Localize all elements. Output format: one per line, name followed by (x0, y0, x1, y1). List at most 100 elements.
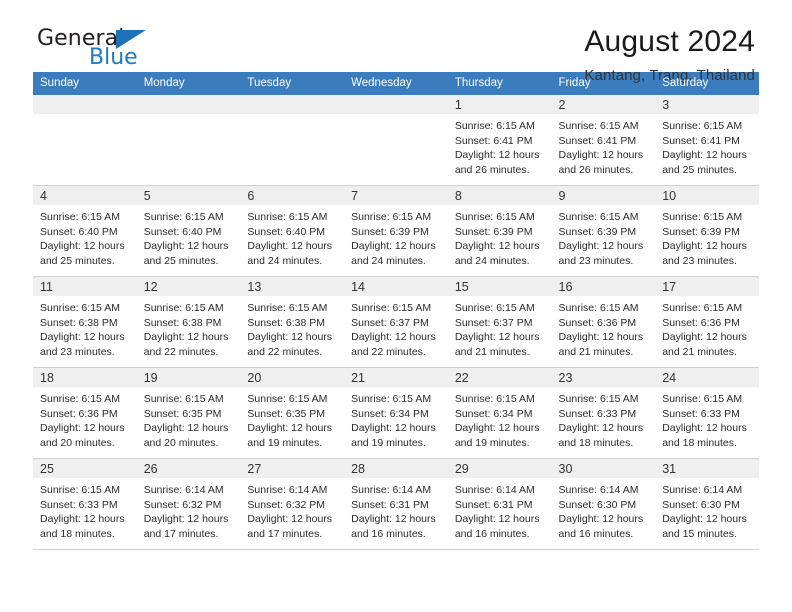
calendar-day-cell[interactable]: 9 Sunrise: 6:15 AM Sunset: 6:39 PM Daylight… (551, 185, 656, 277)
calendar-day-cell[interactable]: 7 Sunrise: 6:15 AM Sunset: 6:39 PM Daylight… (344, 185, 448, 277)
calendar-day-cell[interactable]: 15 Sunrise: 6:15 AM Sunset: 6:37 PM Dayligh… (447, 276, 552, 368)
daylight-duration-line1: Daylight: 12 hours (454, 422, 540, 435)
page-title: August 2024 (584, 25, 755, 58)
daylight-duration-line1: Daylight: 12 hours (558, 422, 644, 435)
calendar-day-cell[interactable]: 12 Sunrise: 6:15 AM Sunset: 6:38 PM Dayligh… (136, 276, 241, 368)
day-details: Sunrise: 6:15 AM Sunset: 6:34 PM Daylight:… (448, 387, 552, 450)
calendar-day-cell[interactable]: 3 Sunrise: 6:15 AM Sunset: 6:41 PM Daylight… (655, 95, 759, 186)
calendar-day-cell[interactable]: 13 Sunrise: 6:15 AM Sunset: 6:38 PM Dayligh… (240, 276, 345, 368)
general-blue-logo: General Blue (33, 26, 213, 74)
daylight-duration-line2: and 19 minutes. (247, 436, 323, 449)
calendar-day-cell[interactable]: 5 Sunrise: 6:15 AM Sunset: 6:40 PM Daylight… (136, 185, 241, 277)
calendar-day-cell[interactable]: 23 Sunrise: 6:15 AM Sunset: 6:33 PM Dayligh… (551, 367, 656, 459)
daylight-duration-line2: and 16 minutes. (454, 527, 530, 540)
day-details: Sunrise: 6:15 AM Sunset: 6:41 PM Daylight:… (448, 114, 552, 177)
daylight-duration-line2: and 19 minutes. (351, 436, 426, 449)
calendar-day-cell[interactable]: 8 Sunrise: 6:15 AM Sunset: 6:39 PM Daylight… (447, 185, 552, 277)
calendar-day-cell[interactable]: 25 Sunrise: 6:15 AM Sunset: 6:33 PM Dayligh… (33, 458, 137, 550)
calendar-cell-empty (33, 95, 137, 186)
sunrise-time: Sunrise: 6:15 AM (40, 484, 120, 496)
calendar-day-cell[interactable]: 2 Sunrise: 6:15 AM Sunset: 6:41 PM Daylight… (551, 95, 656, 186)
sunset-time: Sunset: 6:31 PM (454, 498, 533, 511)
sunset-time: Sunset: 6:34 PM (454, 407, 533, 420)
sunset-time: Sunset: 6:35 PM (143, 407, 222, 420)
title-block: August 2024 Kantang, Trang, Thailand (584, 26, 759, 84)
daylight-duration-line1: Daylight: 12 hours (454, 149, 540, 162)
sunrise-time: Sunrise: 6:15 AM (40, 211, 120, 223)
sunrise-time: Sunrise: 6:15 AM (662, 120, 743, 132)
daylight-duration-line2: and 16 minutes. (558, 527, 634, 540)
day-number: 18 (33, 368, 137, 387)
calendar-day-cell[interactable]: 18 Sunrise: 6:15 AM Sunset: 6:36 PM Dayligh… (33, 367, 137, 459)
calendar-day-cell[interactable]: 4 Sunrise: 6:15 AM Sunset: 6:40 PM Daylight… (33, 185, 137, 277)
day-number: 23 (551, 368, 656, 387)
day-number: 6 (240, 186, 345, 205)
calendar-day-cell[interactable]: 31 Sunrise: 6:14 AM Sunset: 6:30 PM Dayligh… (655, 458, 759, 550)
day-details: Sunrise: 6:15 AM Sunset: 6:37 PM Daylight:… (448, 296, 552, 359)
daylight-duration-line2: and 16 minutes. (351, 527, 426, 540)
calendar-day-cell[interactable]: 30 Sunrise: 6:14 AM Sunset: 6:30 PM Dayligh… (551, 458, 656, 550)
day-details: Sunrise: 6:15 AM Sunset: 6:41 PM Daylight:… (552, 114, 656, 177)
calendar-day-cell[interactable]: 19 Sunrise: 6:15 AM Sunset: 6:35 PM Dayligh… (136, 367, 241, 459)
weekday-header-sunday: Sunday (33, 72, 137, 95)
sunrise-time: Sunrise: 6:15 AM (558, 211, 639, 223)
calendar-day-cell[interactable]: 28 Sunrise: 6:14 AM Sunset: 6:31 PM Dayligh… (344, 458, 448, 550)
calendar-week-row: 4 Sunrise: 6:15 AM Sunset: 6:40 PM Daylight… (33, 185, 759, 277)
calendar-week-row: 18 Sunrise: 6:15 AM Sunset: 6:36 PM Dayligh… (33, 367, 759, 459)
calendar-day-cell[interactable]: 11 Sunrise: 6:15 AM Sunset: 6:38 PM Dayligh… (33, 276, 137, 368)
daylight-duration-line2: and 25 minutes. (662, 163, 737, 176)
calendar-day-cell[interactable]: 10 Sunrise: 6:15 AM Sunset: 6:39 PM Dayligh… (655, 185, 759, 277)
sunrise-time: Sunrise: 6:15 AM (143, 211, 224, 223)
day-details: Sunrise: 6:15 AM Sunset: 6:38 PM Daylight:… (137, 296, 241, 359)
daylight-duration-line1: Daylight: 12 hours (454, 513, 540, 526)
sunset-time: Sunset: 6:32 PM (143, 498, 222, 511)
day-details: Sunrise: 6:15 AM Sunset: 6:39 PM Daylight:… (655, 205, 759, 268)
day-details: Sunrise: 6:14 AM Sunset: 6:30 PM Daylight:… (552, 478, 656, 541)
sunset-time: Sunset: 6:40 PM (143, 225, 222, 238)
weekday-header-thursday: Thursday (447, 72, 552, 95)
daylight-duration-line2: and 21 minutes. (558, 345, 634, 358)
sunrise-time: Sunrise: 6:15 AM (40, 393, 120, 405)
sunrise-time: Sunrise: 6:15 AM (454, 211, 535, 223)
day-details: Sunrise: 6:14 AM Sunset: 6:32 PM Daylight:… (240, 478, 344, 541)
daylight-duration-line1: Daylight: 12 hours (662, 149, 747, 162)
daylight-duration-line1: Daylight: 12 hours (40, 240, 125, 253)
calendar-day-cell[interactable]: 22 Sunrise: 6:15 AM Sunset: 6:34 PM Dayligh… (447, 367, 552, 459)
daylight-duration-line1: Daylight: 12 hours (662, 240, 747, 253)
daylight-duration-line2: and 24 minutes. (351, 254, 426, 267)
calendar-cell-empty (240, 95, 345, 186)
sunset-time: Sunset: 6:39 PM (662, 225, 740, 238)
weekday-header-monday: Monday (136, 72, 241, 95)
day-details: Sunrise: 6:14 AM Sunset: 6:31 PM Daylight:… (344, 478, 448, 541)
day-number: 24 (655, 368, 759, 387)
calendar-day-cell[interactable]: 21 Sunrise: 6:15 AM Sunset: 6:34 PM Dayligh… (344, 367, 448, 459)
calendar-day-cell[interactable]: 14 Sunrise: 6:15 AM Sunset: 6:37 PM Dayligh… (344, 276, 448, 368)
day-details: Sunrise: 6:15 AM Sunset: 6:41 PM Daylight:… (655, 114, 759, 177)
calendar-day-cell[interactable]: 24 Sunrise: 6:15 AM Sunset: 6:33 PM Dayligh… (655, 367, 759, 459)
sunset-time: Sunset: 6:41 PM (558, 134, 637, 147)
calendar-day-cell[interactable]: 29 Sunrise: 6:14 AM Sunset: 6:31 PM Dayligh… (447, 458, 552, 550)
calendar-day-cell[interactable]: 16 Sunrise: 6:15 AM Sunset: 6:36 PM Dayligh… (551, 276, 656, 368)
sunset-time: Sunset: 6:41 PM (454, 134, 533, 147)
daylight-duration-line1: Daylight: 12 hours (351, 513, 436, 526)
calendar-day-cell[interactable]: 6 Sunrise: 6:15 AM Sunset: 6:40 PM Daylight… (240, 185, 345, 277)
sunrise-time: Sunrise: 6:15 AM (247, 302, 328, 314)
calendar-day-cell[interactable]: 1 Sunrise: 6:15 AM Sunset: 6:41 PM Daylight… (447, 95, 552, 186)
day-number: 31 (655, 459, 759, 478)
daylight-duration-line2: and 21 minutes. (454, 345, 530, 358)
sunrise-time: Sunrise: 6:14 AM (558, 484, 639, 496)
daylight-duration-line2: and 17 minutes. (247, 527, 323, 540)
sunrise-time: Sunrise: 6:14 AM (247, 484, 328, 496)
daylight-duration-line1: Daylight: 12 hours (247, 422, 333, 435)
calendar-day-cell[interactable]: 26 Sunrise: 6:14 AM Sunset: 6:32 PM Dayligh… (136, 458, 241, 550)
sunrise-time: Sunrise: 6:15 AM (143, 393, 224, 405)
calendar-day-cell[interactable]: 27 Sunrise: 6:14 AM Sunset: 6:32 PM Dayligh… (240, 458, 345, 550)
daylight-duration-line2: and 22 minutes. (247, 345, 323, 358)
sunset-time: Sunset: 6:37 PM (454, 316, 533, 329)
calendar-day-cell[interactable]: 20 Sunrise: 6:15 AM Sunset: 6:35 PM Dayligh… (240, 367, 345, 459)
sunset-time: Sunset: 6:37 PM (351, 316, 429, 329)
day-number (136, 95, 241, 114)
day-number: 30 (551, 459, 656, 478)
sunrise-time: Sunrise: 6:14 AM (351, 484, 432, 496)
calendar-day-cell[interactable]: 17 Sunrise: 6:15 AM Sunset: 6:36 PM Dayligh… (655, 276, 759, 368)
